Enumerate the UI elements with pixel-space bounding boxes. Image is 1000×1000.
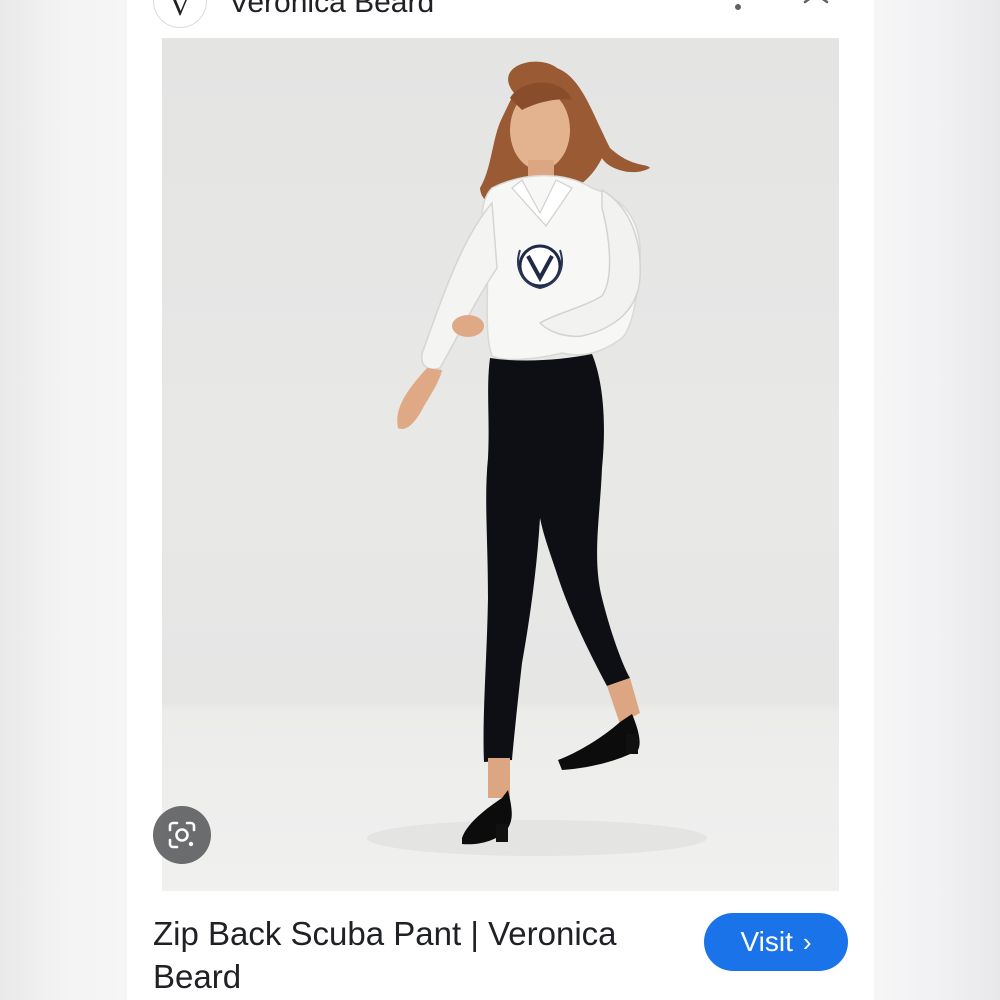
site-logo-mark: V (169, 0, 191, 22)
chevron-right-icon: › (802, 926, 812, 957)
visit-button[interactable]: Visit › (704, 913, 848, 971)
google-lens-icon (168, 821, 196, 849)
site-logo-letter: V (169, 0, 191, 22)
more-vert-icon[interactable] (731, 0, 745, 14)
site-name[interactable]: Veronica Beard (229, 0, 434, 20)
google-lens-button[interactable] (153, 806, 211, 864)
viewer-header: V Veronica Beard (127, 0, 874, 38)
product-image[interactable] (162, 38, 839, 891)
visit-button-label: Visit (740, 926, 793, 957)
result-title[interactable]: Zip Back Scuba Pant | Veronica Beard (153, 912, 673, 998)
site-logo[interactable]: V (153, 0, 207, 28)
model-illustration (367, 61, 707, 856)
close-icon[interactable] (803, 0, 829, 10)
